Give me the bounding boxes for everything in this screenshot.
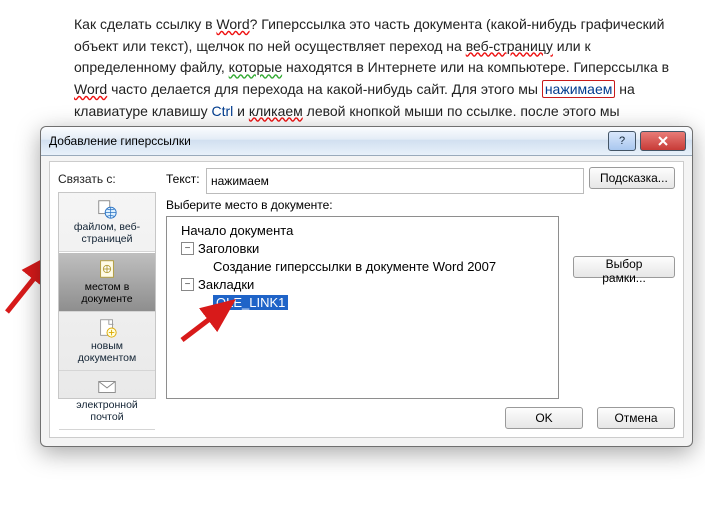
new-document-icon	[96, 317, 118, 339]
document-places-tree[interactable]: Начало документа − Заголовки Создание ги…	[166, 216, 559, 399]
link-with-label: Связать с:	[58, 172, 116, 186]
place-in-document-icon	[96, 258, 118, 280]
tree-row[interactable]: Начало документа	[173, 221, 552, 239]
ok-button[interactable]: OK	[505, 407, 583, 429]
tree-bookmarks: Закладки	[198, 277, 254, 292]
close-icon	[657, 136, 669, 146]
document-paragraph: Как сделать ссылку в Word? Гиперссылка э…	[0, 0, 705, 144]
link-to-category-bar: файлом, веб-страницей местом в документе…	[58, 192, 156, 399]
dialog-body: Связать с: Текст: Подсказка... Выберите …	[49, 161, 684, 438]
tree-heading-item: Создание гиперссылки в документе Word 20…	[213, 259, 496, 274]
tree-row[interactable]: OLE_LINK1	[173, 293, 552, 311]
tree-row[interactable]: − Закладки	[173, 275, 552, 293]
titlebar: Добавление гиперссылки ?	[41, 127, 692, 156]
link-to-new-document[interactable]: новым документом	[59, 312, 155, 371]
category-label: местом в документе	[62, 282, 152, 305]
link-to-file-web[interactable]: файлом, веб-страницей	[59, 193, 155, 252]
help-button[interactable]: ?	[608, 131, 636, 151]
category-label: файлом, веб-страницей	[62, 222, 152, 245]
target-frame-button[interactable]: Выбор рамки...	[573, 256, 675, 278]
text-label: Текст:	[166, 172, 200, 186]
select-place-label: Выберите место в документе:	[166, 198, 333, 212]
tree-doc-start: Начало документа	[181, 223, 293, 238]
tree-bookmark-selected: OLE_LINK1	[213, 295, 288, 310]
display-text-input[interactable]	[206, 168, 584, 194]
email-icon	[96, 376, 118, 398]
globe-file-icon	[96, 198, 118, 220]
link-to-place-in-doc[interactable]: местом в документе	[59, 252, 155, 312]
screentip-button[interactable]: Подсказка...	[589, 167, 675, 189]
close-button[interactable]	[640, 131, 686, 151]
collapse-icon[interactable]: −	[181, 278, 194, 291]
category-label: электронной почтой	[62, 400, 152, 423]
tree-headings: Заголовки	[198, 241, 259, 256]
dialog-title: Добавление гиперссылки	[41, 134, 608, 148]
link-to-email[interactable]: электронной почтой	[59, 371, 155, 430]
insert-hyperlink-dialog: Добавление гиперссылки ? Связать с: Текс…	[40, 126, 693, 447]
collapse-icon[interactable]: −	[181, 242, 194, 255]
tree-row[interactable]: Создание гиперссылки в документе Word 20…	[173, 257, 552, 275]
tree-row[interactable]: − Заголовки	[173, 239, 552, 257]
category-label: новым документом	[62, 341, 152, 364]
cancel-button[interactable]: Отмена	[597, 407, 675, 429]
